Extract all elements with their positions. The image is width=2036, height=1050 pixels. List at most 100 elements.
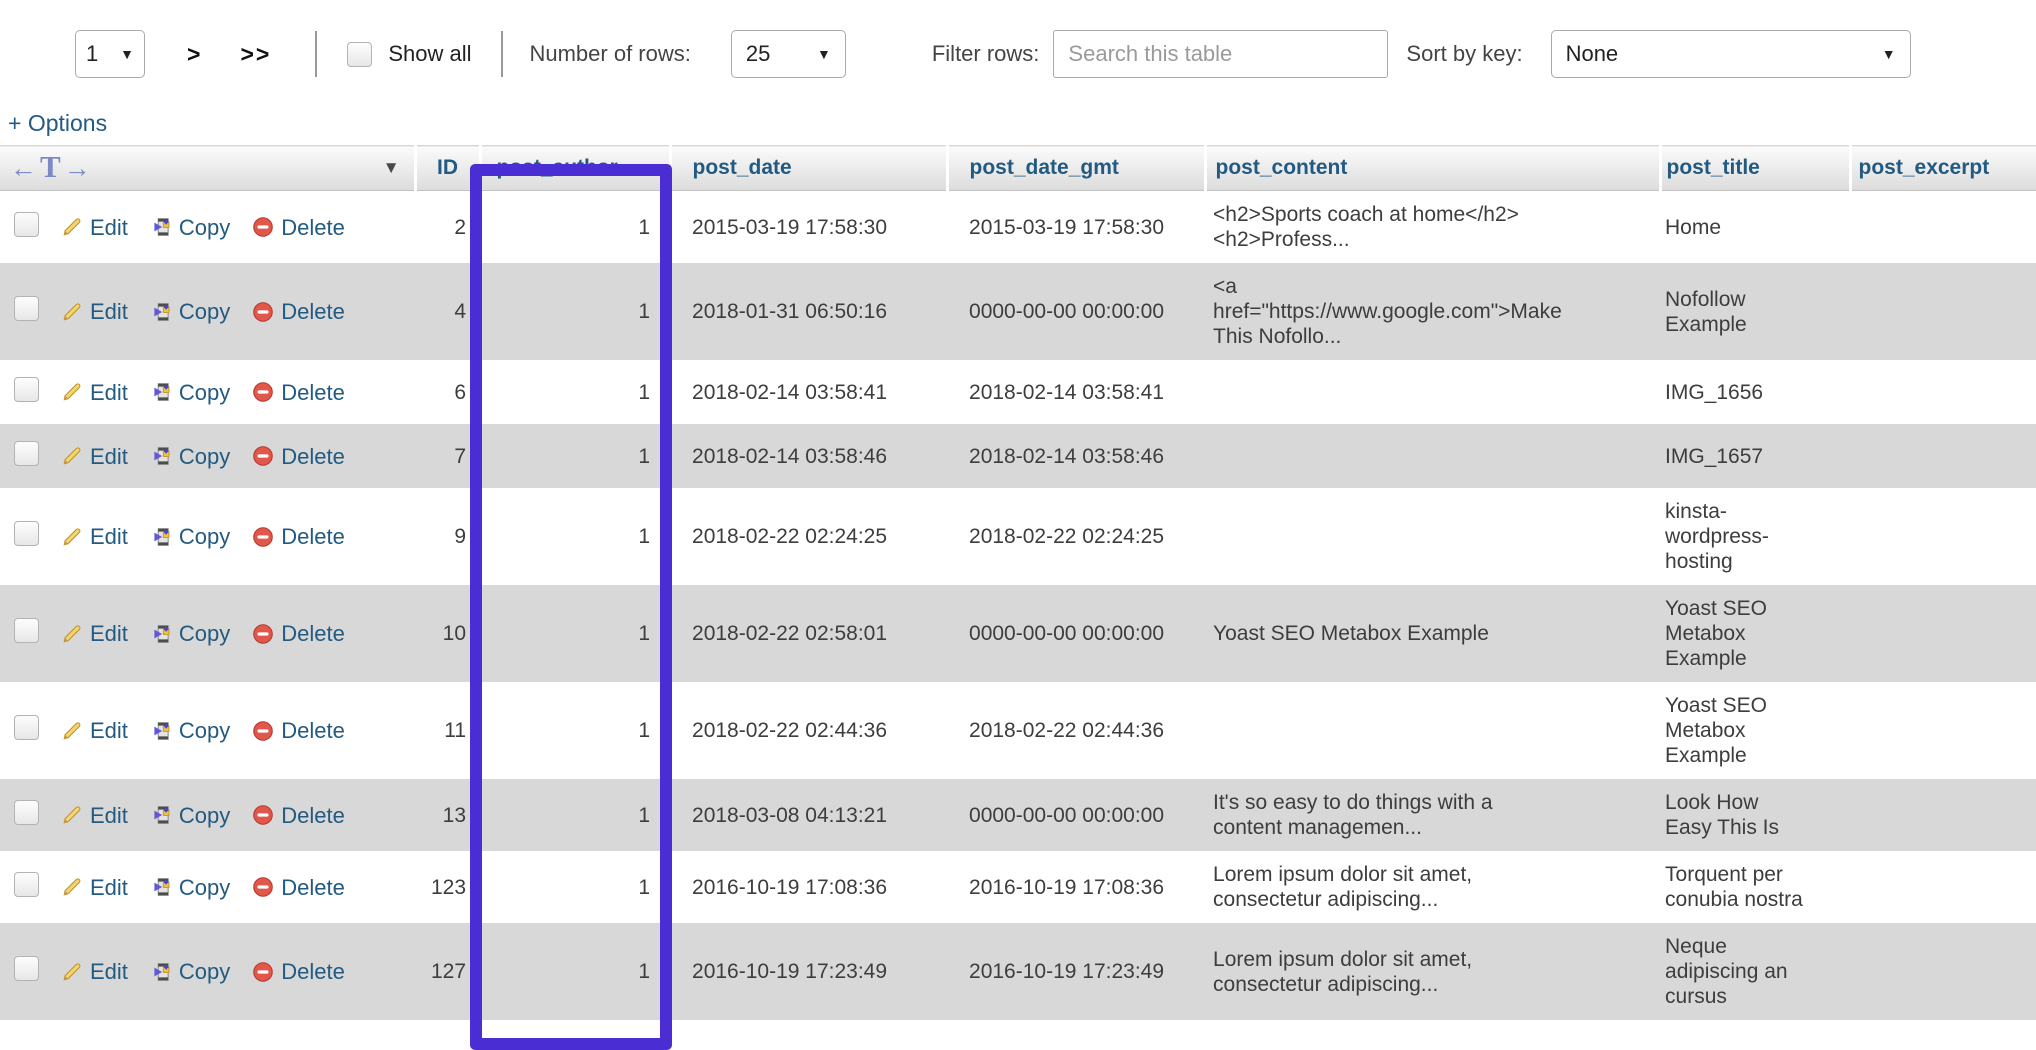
cell-post-date-gmt: 2018-02-22 02:24:25 xyxy=(947,488,1205,585)
edit-link[interactable]: Edit xyxy=(61,524,128,549)
row-checkbox[interactable] xyxy=(14,715,39,740)
row-checkbox[interactable] xyxy=(14,618,39,643)
copy-link[interactable]: Copy xyxy=(150,718,230,743)
cell-post-date-gmt: 0000-00-00 00:00:00 xyxy=(947,585,1205,682)
pencil-icon xyxy=(61,526,83,548)
options-triangle-icon[interactable]: ▼ xyxy=(383,158,400,178)
copy-link[interactable]: Copy xyxy=(150,215,230,240)
row-actions-cell: Edit Copy xyxy=(60,263,415,360)
row-checkbox[interactable] xyxy=(14,212,39,237)
sort-by-key-select[interactable]: None ▼ xyxy=(1551,30,1911,78)
cell-post-title: Look How Easy This Is xyxy=(1660,779,1850,851)
copy-label: Copy xyxy=(179,215,230,240)
column-header-post-title[interactable]: post_title xyxy=(1660,146,1850,191)
copy-link[interactable]: Copy xyxy=(150,299,230,324)
sort-by-key-label: Sort by key: xyxy=(1406,41,1522,67)
copy-icon xyxy=(150,526,172,548)
page-select-value: 1 xyxy=(86,41,98,67)
cell-post-date-gmt: 2018-02-22 02:44:36 xyxy=(947,682,1205,779)
cell-post-content: It's so easy to do things with a content… xyxy=(1205,779,1660,851)
copy-label: Copy xyxy=(179,875,230,900)
delete-link[interactable]: Delete xyxy=(252,959,345,984)
copy-link[interactable]: Copy xyxy=(150,959,230,984)
cell-post-author: 1 xyxy=(480,851,670,923)
delete-label: Delete xyxy=(281,718,345,743)
chevron-down-icon: ▼ xyxy=(817,46,831,62)
number-of-rows-select[interactable]: 25 ▼ xyxy=(731,30,846,78)
copy-link[interactable]: Copy xyxy=(150,621,230,646)
delete-link[interactable]: Delete xyxy=(252,380,345,405)
edit-link[interactable]: Edit xyxy=(61,380,128,405)
row-checkbox[interactable] xyxy=(14,956,39,981)
column-header-id[interactable]: ID xyxy=(415,146,480,191)
cell-post-title: Yoast SEO Metabox Example xyxy=(1660,682,1850,779)
pencil-icon xyxy=(61,623,83,645)
edit-link[interactable]: Edit xyxy=(61,215,128,240)
delete-link[interactable]: Delete xyxy=(252,299,345,324)
delete-link[interactable]: Delete xyxy=(252,444,345,469)
cell-post-content: Lorem ipsum dolor sit amet, consectetur … xyxy=(1205,923,1660,1020)
cell-id: 10 xyxy=(415,585,480,682)
delete-link[interactable]: Delete xyxy=(252,524,345,549)
row-checkbox[interactable] xyxy=(14,521,39,546)
copy-label: Copy xyxy=(179,299,230,324)
column-header-post-author[interactable]: post_author xyxy=(480,146,670,191)
delete-label: Delete xyxy=(281,380,345,405)
cell-post-excerpt xyxy=(1850,682,2036,779)
row-checkbox[interactable] xyxy=(14,377,39,402)
copy-link[interactable]: Copy xyxy=(150,444,230,469)
column-header-post-content[interactable]: post_content xyxy=(1205,146,1660,191)
delete-link[interactable]: Delete xyxy=(252,803,345,828)
show-all-checkbox[interactable] xyxy=(347,42,372,67)
copy-label: Copy xyxy=(179,444,230,469)
row-checkbox[interactable] xyxy=(14,441,39,466)
cell-post-excerpt xyxy=(1850,488,2036,585)
copy-link[interactable]: Copy xyxy=(150,380,230,405)
delete-link[interactable]: Delete xyxy=(252,875,345,900)
copy-link[interactable]: Copy xyxy=(150,803,230,828)
show-all-label: Show all xyxy=(388,41,471,67)
last-page-button[interactable]: >> xyxy=(240,41,271,68)
delete-link[interactable]: Delete xyxy=(252,215,345,240)
edit-link[interactable]: Edit xyxy=(61,444,128,469)
edit-link[interactable]: Edit xyxy=(61,299,128,324)
cell-post-date-gmt: 2016-10-19 17:08:36 xyxy=(947,851,1205,923)
copy-link[interactable]: Copy xyxy=(150,524,230,549)
edit-link[interactable]: Edit xyxy=(61,621,128,646)
filter-input[interactable] xyxy=(1053,30,1388,78)
delete-label: Delete xyxy=(281,215,345,240)
edit-link[interactable]: Edit xyxy=(61,875,128,900)
delete-label: Delete xyxy=(281,959,345,984)
column-move-icon[interactable]: ←T→ xyxy=(10,151,91,186)
cell-post-content: Lorem ipsum dolor sit amet, consectetur … xyxy=(1205,851,1660,923)
delete-icon xyxy=(252,381,274,403)
options-toggle[interactable]: + Options xyxy=(8,110,107,137)
edit-link[interactable]: Edit xyxy=(61,803,128,828)
delete-icon xyxy=(252,445,274,467)
column-header-post-excerpt[interactable]: post_excerpt xyxy=(1850,146,2036,191)
number-of-rows-label: Number of rows: xyxy=(529,41,690,67)
cell-post-date: 2018-02-14 03:58:46 xyxy=(670,424,947,488)
delete-icon xyxy=(252,526,274,548)
edit-link[interactable]: Edit xyxy=(61,718,128,743)
row-checkbox[interactable] xyxy=(14,296,39,321)
cell-post-date: 2015-03-19 17:58:30 xyxy=(670,191,947,264)
edit-label: Edit xyxy=(90,875,128,900)
copy-link[interactable]: Copy xyxy=(150,875,230,900)
delete-link[interactable]: Delete xyxy=(252,621,345,646)
column-header-post-date-gmt[interactable]: post_date_gmt xyxy=(947,146,1205,191)
column-header-post-date[interactable]: post_date xyxy=(670,146,947,191)
cell-post-title: kinsta- wordpress- hosting xyxy=(1660,488,1850,585)
row-checkbox-cell xyxy=(0,191,60,264)
page-select[interactable]: 1 ▼ xyxy=(75,30,145,78)
next-page-button[interactable]: > xyxy=(187,41,202,68)
delete-icon xyxy=(252,301,274,323)
row-checkbox-cell xyxy=(0,424,60,488)
edit-link[interactable]: Edit xyxy=(61,959,128,984)
delete-icon xyxy=(252,216,274,238)
cell-post-author: 1 xyxy=(480,682,670,779)
row-checkbox[interactable] xyxy=(14,800,39,825)
delete-link[interactable]: Delete xyxy=(252,718,345,743)
cell-post-excerpt xyxy=(1850,360,2036,424)
row-checkbox[interactable] xyxy=(14,872,39,897)
